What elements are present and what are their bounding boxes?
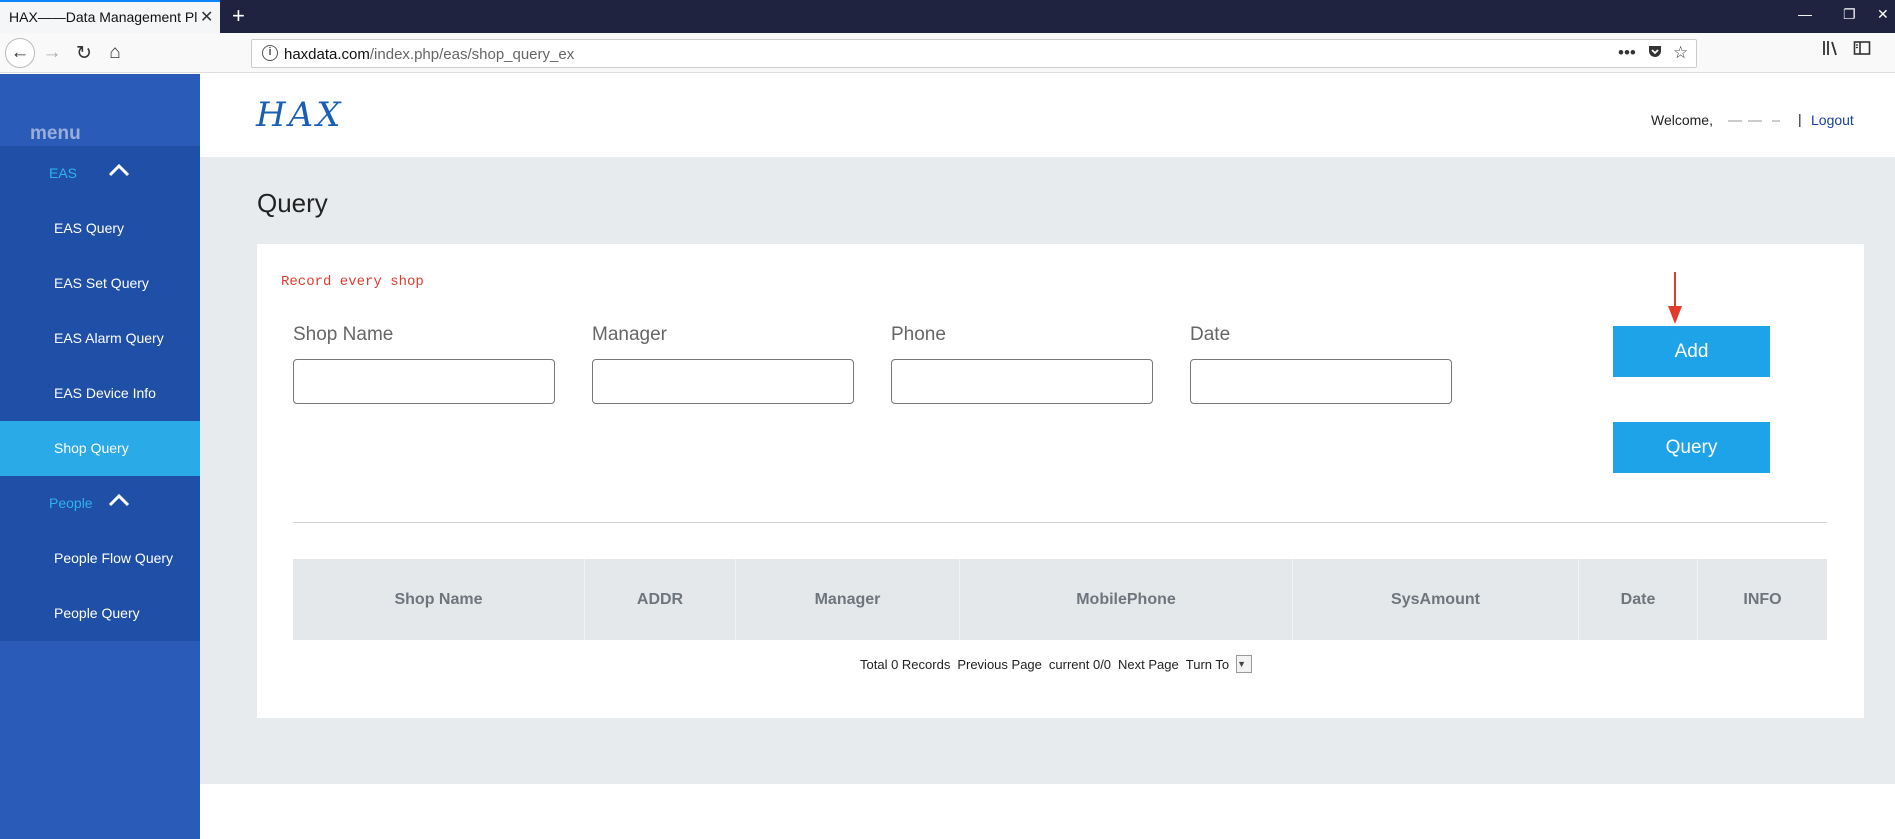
username-redacted: [1728, 120, 1780, 122]
column-header: MobilePhone: [960, 559, 1293, 640]
date-input[interactable]: [1190, 359, 1452, 404]
page-title: Query: [257, 188, 328, 218]
header-separator: |: [1798, 111, 1802, 127]
site-info-icon[interactable]: i: [262, 45, 278, 61]
browser-nav-bar: ← → ↻ ⌂ i haxdata.com/index.php/eas/shop…: [0, 33, 1895, 73]
tab-title: HAX——Data Management Platform: [9, 9, 197, 25]
sidebar-group-label: EAS: [49, 165, 78, 181]
add-button[interactable]: Add: [1613, 326, 1770, 377]
sidebar-item-label: Shop Query: [54, 440, 129, 456]
shop-name-input[interactable]: [293, 359, 555, 404]
library-icon[interactable]: [1822, 39, 1840, 62]
pocket-icon[interactable]: [1647, 43, 1663, 64]
sidebar-item-label: People Flow Query: [54, 550, 174, 566]
column-header: Date: [1579, 559, 1698, 640]
home-icon[interactable]: ⌂: [101, 39, 129, 67]
column-header: INFO: [1743, 590, 1782, 608]
divider: [293, 522, 1827, 523]
sidebar-item-people-query[interactable]: People Query: [0, 586, 200, 641]
sidebar-item-eas-alarm-query[interactable]: EAS Alarm Query: [0, 311, 200, 366]
back-icon[interactable]: ←: [5, 38, 35, 68]
page-actions-icon[interactable]: •••: [1618, 43, 1636, 63]
column-header: Shop Name: [293, 559, 585, 640]
sidebar-item-label: EAS Device Info: [54, 385, 156, 401]
page-select-dropdown[interactable]: ▼: [1236, 655, 1253, 673]
phone-label: Phone: [891, 324, 946, 345]
shop-name-label: Shop Name: [293, 324, 394, 345]
menu-title: menu: [30, 123, 81, 144]
minimize-icon[interactable]: —: [1798, 6, 1812, 22]
phone-input[interactable]: [891, 359, 1153, 404]
restore-icon[interactable]: ❐: [1843, 6, 1856, 23]
sidebar-item-eas-set-query[interactable]: EAS Set Query: [0, 256, 200, 311]
sidebar-group-people[interactable]: People: [0, 476, 200, 531]
arrow-down-icon: [1668, 272, 1682, 324]
manager-label: Manager: [592, 324, 667, 345]
url-bar[interactable]: i haxdata.com/index.php/eas/shop_query_e…: [251, 39, 1697, 68]
manager-input[interactable]: [592, 359, 854, 404]
sidebar: menu EAS EAS Query EAS Set Query EAS Ala…: [0, 74, 200, 839]
turn-to-label: Turn To: [1185, 656, 1230, 672]
query-card: Record every shop Shop Name Manager Phon…: [257, 244, 1864, 718]
sidebar-menu: EAS EAS Query EAS Set Query EAS Alarm Qu…: [0, 146, 200, 641]
browser-tab-bar: HAX——Data Management Platform ✕ + — ❐ ✕: [0, 0, 1895, 33]
bookmark-star-icon[interactable]: ☆: [1673, 43, 1688, 63]
previous-page-link[interactable]: Previous Page: [957, 657, 1042, 672]
sidebar-group-eas[interactable]: EAS: [0, 146, 200, 201]
sidebar-item-eas-query[interactable]: EAS Query: [0, 201, 200, 256]
sidebar-item-shop-query[interactable]: Shop Query: [0, 421, 200, 476]
tab-close-icon[interactable]: ✕: [200, 7, 213, 27]
column-header: Manager: [736, 559, 960, 640]
sidebar-item-people-flow-query[interactable]: People Flow Query: [0, 531, 200, 586]
logout-link[interactable]: Logout: [1811, 112, 1854, 128]
logo: HAX: [256, 95, 344, 135]
welcome-text: Welcome,: [1651, 112, 1713, 128]
sidebar-item-label: EAS Set Query: [54, 275, 149, 291]
sidebar-toggle-icon[interactable]: [1853, 39, 1871, 62]
url-domain: haxdata.com: [284, 46, 370, 63]
sidebar-item-label: EAS Alarm Query: [54, 330, 164, 346]
table-header: Shop Name ADDR Manager MobilePhone SysAm…: [293, 559, 1827, 640]
column-header: ADDR: [585, 559, 736, 640]
chevron-down-icon: ▼: [1237, 659, 1247, 669]
chevron-up-icon[interactable]: [108, 493, 130, 507]
next-page-link[interactable]: Next Page: [1118, 657, 1179, 672]
column-header: SysAmount: [1293, 559, 1579, 640]
reload-icon[interactable]: ↻: [70, 39, 98, 67]
query-button[interactable]: Query: [1613, 422, 1770, 473]
total-records: Total 0 Records: [860, 656, 951, 672]
forward-icon[interactable]: →: [38, 39, 66, 67]
new-tab-icon[interactable]: +: [232, 3, 245, 29]
window-close-icon[interactable]: ✕: [1877, 6, 1889, 23]
chevron-up-icon[interactable]: [108, 163, 130, 177]
note-text: Record every shop: [281, 274, 424, 290]
browser-tab[interactable]: HAX——Data Management Platform ✕: [0, 0, 220, 33]
sidebar-group-label: People: [49, 495, 93, 511]
current-page: current 0/0: [1048, 656, 1112, 672]
url-path: /index.php/eas/shop_query_ex: [369, 46, 575, 63]
url-text[interactable]: haxdata.com/index.php/eas/shop_query_ex: [284, 46, 574, 63]
sidebar-item-eas-device-info[interactable]: EAS Device Info: [0, 366, 200, 421]
date-label: Date: [1190, 324, 1231, 345]
sidebar-item-label: People Query: [54, 605, 140, 621]
pagination: Total 0 Records Previous Page current 0/…: [860, 655, 1253, 673]
sidebar-item-label: EAS Query: [54, 220, 125, 236]
